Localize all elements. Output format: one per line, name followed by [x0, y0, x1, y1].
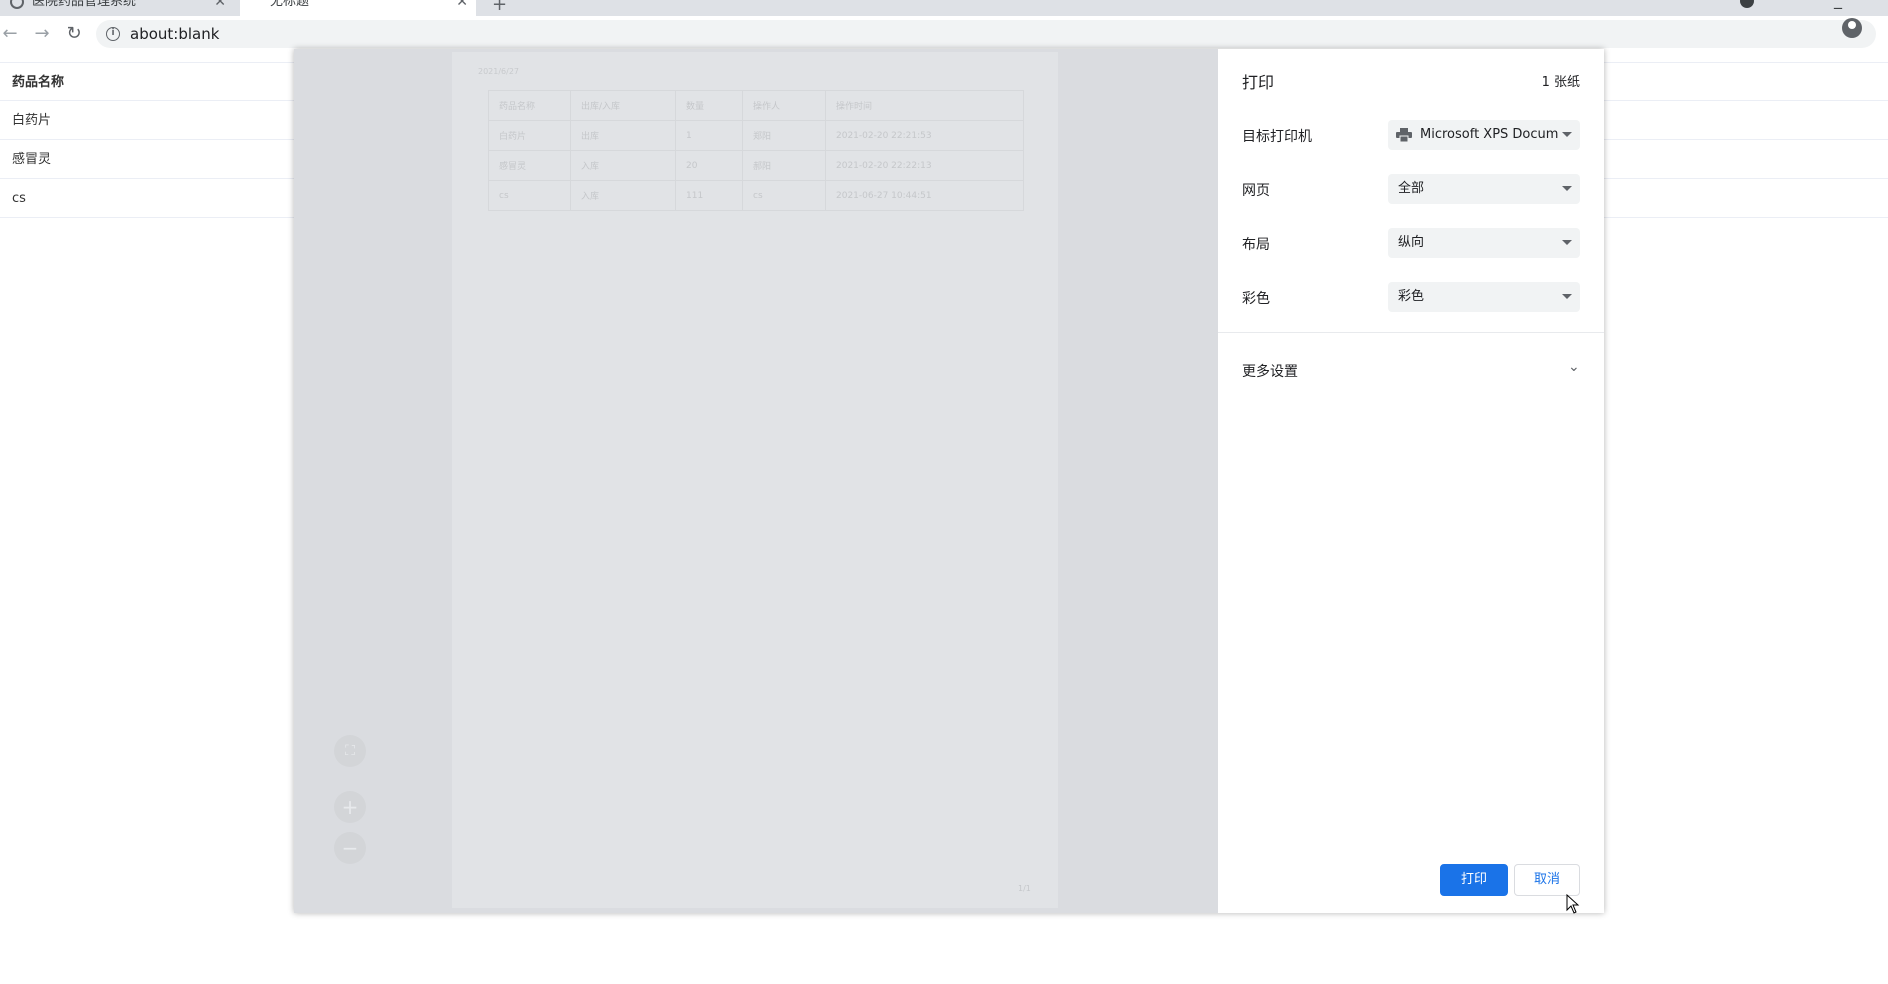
tab-title: 医院药品管理系统 — [32, 0, 137, 9]
color-label: 彩色 — [1242, 291, 1270, 307]
address-bar[interactable]: i about:blank ☆ — [96, 20, 1876, 48]
preview-header-cell: 操作人 — [742, 90, 826, 121]
dropdown-caret-icon — [1562, 240, 1572, 245]
info-icon[interactable]: i — [106, 27, 120, 41]
new-tab-icon[interactable]: + — [492, 0, 507, 15]
profile-icon[interactable] — [1842, 18, 1862, 38]
preview-page: 2021/6/27 药品名称 出库/入库 数量 操作人 操作时间 白药片 出库 … — [452, 52, 1058, 908]
preview-cell: 出库 — [570, 120, 676, 151]
close-icon[interactable]: ✕ — [214, 0, 226, 12]
reload-icon[interactable]: ↻ — [62, 22, 86, 46]
minimize-icon[interactable]: _ — [1834, 0, 1842, 9]
destination-label: 目标打印机 — [1242, 129, 1312, 145]
preview-cell: 郑阳 — [742, 120, 826, 151]
zoom-out-icon[interactable]: − — [334, 832, 366, 864]
printer-icon — [1396, 128, 1412, 142]
color-select[interactable]: 彩色 — [1388, 282, 1580, 312]
tab-strip: 医院药品管理系统 ✕ 无标题 ✕ + _ — [0, 0, 1888, 16]
destination-value: Microsoft XPS Docum — [1420, 127, 1559, 142]
preview-header-cell: 数量 — [675, 90, 743, 121]
preview-page-number: 1/1 — [1018, 884, 1031, 893]
preview-header-row: 药品名称 出库/入库 数量 操作人 操作时间 — [488, 90, 1024, 121]
layout-value: 纵向 — [1398, 235, 1425, 250]
cancel-button[interactable]: 取消 — [1514, 864, 1580, 896]
preview-cell: 20 — [675, 150, 743, 181]
preview-cell: 2021-06-27 10:44:51 — [825, 180, 1024, 211]
forward-arrow-icon[interactable]: → — [30, 22, 54, 46]
layout-select[interactable]: 纵向 — [1388, 228, 1580, 258]
preview-row: 感冒灵 入库 20 郝阳 2021-02-20 22:22:13 — [488, 150, 1024, 181]
dropdown-caret-icon — [1562, 132, 1572, 137]
preview-cell: 入库 — [570, 180, 676, 211]
dropdown-caret-icon — [1562, 294, 1572, 299]
preview-header-cell: 出库/入库 — [570, 90, 676, 121]
more-settings-toggle[interactable]: 更多设置 — [1242, 361, 1298, 381]
browser-toolbar: ← → ↻ i about:blank ☆ — [0, 16, 1888, 52]
mouse-cursor-icon — [1566, 894, 1580, 914]
dialog-title: 打印 — [1242, 73, 1275, 92]
preview-cell: cs — [742, 180, 826, 211]
sheet-count: 1 张纸 — [1541, 75, 1580, 90]
zoom-in-icon[interactable]: + — [334, 791, 366, 823]
pages-select[interactable]: 全部 — [1388, 174, 1580, 204]
layout-label: 布局 — [1242, 237, 1270, 253]
print-preview-area: 2021/6/27 药品名称 出库/入库 数量 操作人 操作时间 白药片 出库 … — [294, 49, 1218, 913]
preview-header-cell: 药品名称 — [488, 90, 571, 121]
divider — [1218, 332, 1604, 333]
destination-select[interactable]: Microsoft XPS Docum — [1388, 120, 1580, 150]
preview-date: 2021/6/27 — [478, 67, 520, 76]
pages-value: 全部 — [1398, 181, 1425, 196]
preview-cell: 感冒灵 — [488, 150, 571, 181]
media-icon[interactable] — [1740, 0, 1754, 8]
preview-cell: 2021-02-20 22:22:13 — [825, 150, 1024, 181]
back-arrow-icon[interactable]: ← — [0, 22, 22, 46]
dropdown-caret-icon — [1562, 186, 1572, 191]
print-dialog: 2021/6/27 药品名称 出库/入库 数量 操作人 操作时间 白药片 出库 … — [294, 49, 1604, 913]
globe-icon — [10, 0, 24, 9]
preview-row: cs 入库 111 cs 2021-06-27 10:44:51 — [488, 180, 1024, 211]
print-settings-panel: 打印 1 张纸 目标打印机 Microsoft XPS Docum 网页 全部 … — [1218, 49, 1604, 913]
print-button[interactable]: 打印 — [1440, 864, 1508, 896]
tab-untitled[interactable]: 无标题 ✕ — [240, 0, 476, 16]
preview-cell: 白药片 — [488, 120, 571, 151]
close-icon[interactable]: ✕ — [456, 0, 468, 12]
chevron-down-icon[interactable]: ⌄ — [1568, 359, 1580, 375]
preview-cell: cs — [488, 180, 571, 211]
menu-dots-icon[interactable]: ⋮ — [1880, 19, 1888, 37]
preview-cell: 郝阳 — [742, 150, 826, 181]
preview-header-cell: 操作时间 — [825, 90, 1024, 121]
tab-title: 无标题 — [270, 0, 310, 9]
pages-label: 网页 — [1242, 183, 1270, 199]
preview-cell: 2021-02-20 22:21:53 — [825, 120, 1024, 151]
preview-cell: 1 — [675, 120, 743, 151]
preview-cell: 入库 — [570, 150, 676, 181]
color-value: 彩色 — [1398, 289, 1425, 304]
preview-table: 药品名称 出库/入库 数量 操作人 操作时间 白药片 出库 1 郑阳 2021-… — [488, 90, 1024, 211]
preview-row: 白药片 出库 1 郑阳 2021-02-20 22:21:53 — [488, 120, 1024, 151]
preview-cell: 111 — [675, 180, 743, 211]
tab-hospital-system[interactable]: 医院药品管理系统 ✕ — [0, 0, 234, 16]
fit-to-page-icon[interactable]: ⛶ — [334, 735, 366, 767]
url-text: about:blank — [130, 25, 220, 43]
